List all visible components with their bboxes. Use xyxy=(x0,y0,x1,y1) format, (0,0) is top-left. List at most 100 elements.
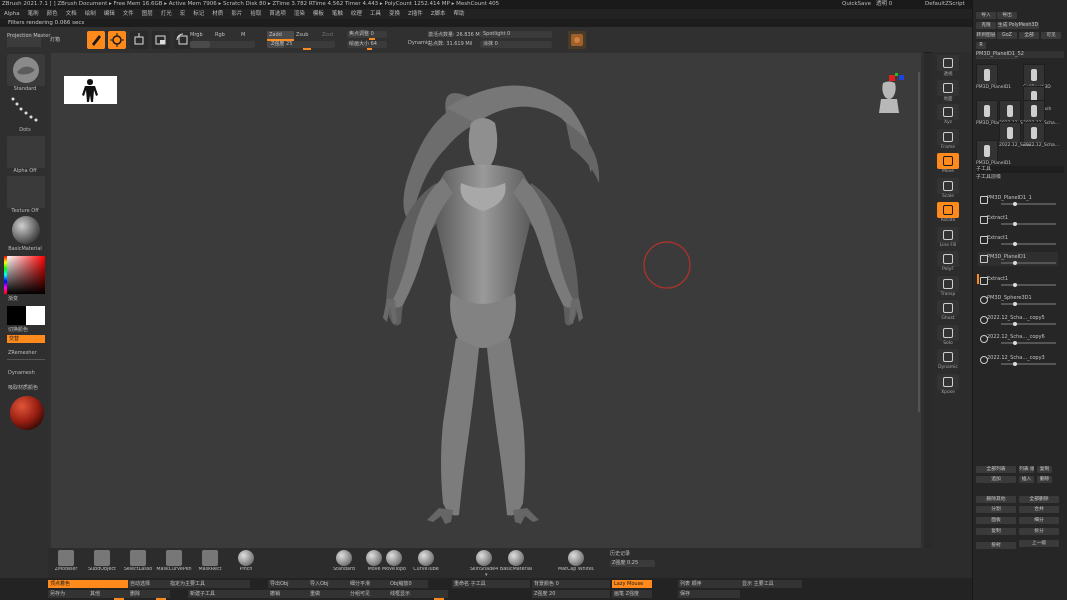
subtool-action-button[interactable]: 分割 xyxy=(976,506,1016,513)
menu-item[interactable]: 首选项 xyxy=(269,11,286,17)
bottom-bar-button[interactable]: 导入Obj xyxy=(308,580,348,588)
focal-shift-slider[interactable]: 焦点调整 0 xyxy=(347,31,387,40)
rgb-intensity-slider[interactable] xyxy=(190,41,255,48)
stroke-selector[interactable] xyxy=(7,95,45,127)
move-button[interactable] xyxy=(130,31,148,49)
rotate-button[interactable] xyxy=(937,202,959,218)
bottom-bar-button[interactable]: Obj缩放0 xyxy=(388,580,428,588)
shelf-item[interactable]: SubdObject xyxy=(84,548,120,572)
main-color-swatch[interactable] xyxy=(7,306,26,325)
transparency-button[interactable] xyxy=(937,275,959,292)
tool-thumbnail[interactable] xyxy=(999,100,1021,122)
color-picker[interactable] xyxy=(7,256,45,294)
eye-icon[interactable] xyxy=(1013,222,1017,226)
tool-panel-button[interactable]: 生成 PolyMesh3D xyxy=(997,22,1039,29)
subtool-visibility-slider[interactable] xyxy=(1001,203,1056,205)
draw-size-slider[interactable]: 绘画大小 64 xyxy=(347,41,387,50)
subtool-action-button[interactable]: 上一级 xyxy=(1019,540,1059,547)
bottom-bar-button[interactable]: 删除 xyxy=(128,590,170,598)
sculpt-model[interactable] xyxy=(51,53,921,548)
subtool-action-button[interactable]: 合并 xyxy=(1019,506,1059,513)
bottom-bar-button[interactable]: 细分平滑 xyxy=(348,580,388,588)
menu-item[interactable]: 文档 xyxy=(66,11,77,17)
tool-thumbnail[interactable] xyxy=(1023,64,1045,86)
zsub-button[interactable]: Zsub xyxy=(296,31,308,39)
bottom-bar-button[interactable]: 重做 xyxy=(308,590,348,598)
bottom-bar-button[interactable]: 顶点着色 xyxy=(48,580,128,588)
move-button[interactable] xyxy=(937,153,959,169)
bottom-bar-button[interactable]: 重命名 子工具 xyxy=(452,580,530,588)
subtool-action-button[interactable]: 复制 xyxy=(976,528,1016,535)
subtool-scroll-marker[interactable] xyxy=(977,274,979,284)
menu-item[interactable]: 笔触 xyxy=(332,11,343,17)
menu-item[interactable]: 渲染 xyxy=(294,11,305,17)
line-fill-button[interactable] xyxy=(937,226,959,243)
subtool-visibility-slider[interactable] xyxy=(1001,243,1056,245)
alpha-selector[interactable] xyxy=(7,136,45,168)
menu-item[interactable]: 工具 xyxy=(370,11,381,17)
bottom-bar-button[interactable]: 指定为主要工具 xyxy=(168,580,250,588)
subtool-action-button[interactable]: 复制 xyxy=(1037,466,1052,473)
frame-button[interactable] xyxy=(937,128,959,145)
bottom-bar-button[interactable]: 保存 xyxy=(678,590,740,598)
m-button[interactable]: M xyxy=(241,31,245,39)
red-material-sphere-icon[interactable] xyxy=(8,394,46,432)
subtool-action-button[interactable]: 列表 顺序 xyxy=(1019,466,1034,473)
eye-icon[interactable] xyxy=(1013,322,1017,326)
subtool-action-button[interactable]: 投射 xyxy=(976,542,1016,549)
scale-button[interactable] xyxy=(937,177,959,194)
lightbox-button[interactable]: 灯箱 xyxy=(50,36,60,44)
shelf-zintensity-slider[interactable]: Z强度 0.25 xyxy=(610,560,655,567)
tool-thumbnail[interactable] xyxy=(1023,100,1045,122)
menu-item[interactable]: 图层 xyxy=(142,11,153,17)
bottom-bar-button[interactable]: 画笔 Z强度 xyxy=(612,590,652,598)
draw-button[interactable] xyxy=(108,31,126,49)
projection-master-button[interactable]: Projection Master xyxy=(7,33,50,47)
floor-grid-button[interactable] xyxy=(937,79,959,96)
tool-panel-button[interactable]: GoZ xyxy=(997,32,1017,39)
mrgb-button[interactable]: Mrgb xyxy=(190,31,203,39)
tool-thumbnail[interactable] xyxy=(999,122,1021,144)
subtool-action-button[interactable]: 全部删除 xyxy=(1019,496,1059,503)
shelf-item[interactable]: MatCap White01 xyxy=(558,548,594,572)
shelf-item[interactable]: MoveTopo xyxy=(376,548,412,572)
bottom-bar-button[interactable]: 列表 顺序 xyxy=(678,580,740,588)
bottom-bar-button[interactable]: Lazy Mouse xyxy=(612,580,652,588)
default-zscript-button[interactable]: DefaultZScript xyxy=(925,0,965,9)
scale-button[interactable] xyxy=(152,31,170,49)
menu-item[interactable]: 文件 xyxy=(123,11,134,17)
subtool-action-button[interactable]: 删除其他 xyxy=(976,496,1016,503)
material-selector[interactable] xyxy=(7,214,45,246)
subtool-visibility-slider[interactable] xyxy=(1001,323,1056,325)
shelf-item[interactable]: ZModeler xyxy=(48,548,84,572)
tool-thumbnail[interactable] xyxy=(976,64,998,86)
menu-item[interactable]: 变换 xyxy=(389,11,400,17)
eye-icon[interactable] xyxy=(1013,362,1017,366)
xpose-button[interactable] xyxy=(937,373,959,390)
subtool-visibility-slider[interactable] xyxy=(1001,284,1056,286)
bottom-bar-button[interactable]: 新建子工具 xyxy=(188,590,270,598)
menu-item[interactable]: 帮助 xyxy=(454,11,465,17)
subtool-visibility-slider[interactable] xyxy=(1001,262,1056,264)
menu-item[interactable]: Z插件 xyxy=(408,11,423,17)
menu-item[interactable]: 笔刷 xyxy=(28,11,39,17)
menu-item[interactable]: 编辑 xyxy=(104,11,115,17)
rgb-button[interactable]: Rgb xyxy=(215,31,225,39)
document-canvas[interactable] xyxy=(51,53,921,548)
menu-item[interactable]: 模板 xyxy=(313,11,324,17)
subtool-action-button[interactable]: 拆分 xyxy=(1019,528,1059,535)
eye-icon[interactable] xyxy=(1013,242,1017,246)
menu-item[interactable]: 材质 xyxy=(212,11,223,17)
menu-item[interactable]: 影片 xyxy=(231,11,242,17)
transparency-slider[interactable]: 透明 0 xyxy=(876,0,892,9)
zadd-button[interactable]: Zadd xyxy=(267,31,294,39)
menu-item[interactable]: Alpha xyxy=(4,11,20,17)
subtool-action-button[interactable]: 追加 xyxy=(976,476,1016,483)
tool-panel-button[interactable]: 转到图层 xyxy=(976,32,996,39)
subtool-visibility-slider[interactable] xyxy=(1001,223,1056,225)
menu-item[interactable]: 绘制 xyxy=(85,11,96,17)
smooth-slider[interactable]: 涂抹 0 xyxy=(480,41,552,48)
eye-icon[interactable] xyxy=(1013,261,1017,265)
tool-panel-button[interactable]: 导出 xyxy=(997,12,1017,19)
eye-icon[interactable] xyxy=(1013,202,1017,206)
